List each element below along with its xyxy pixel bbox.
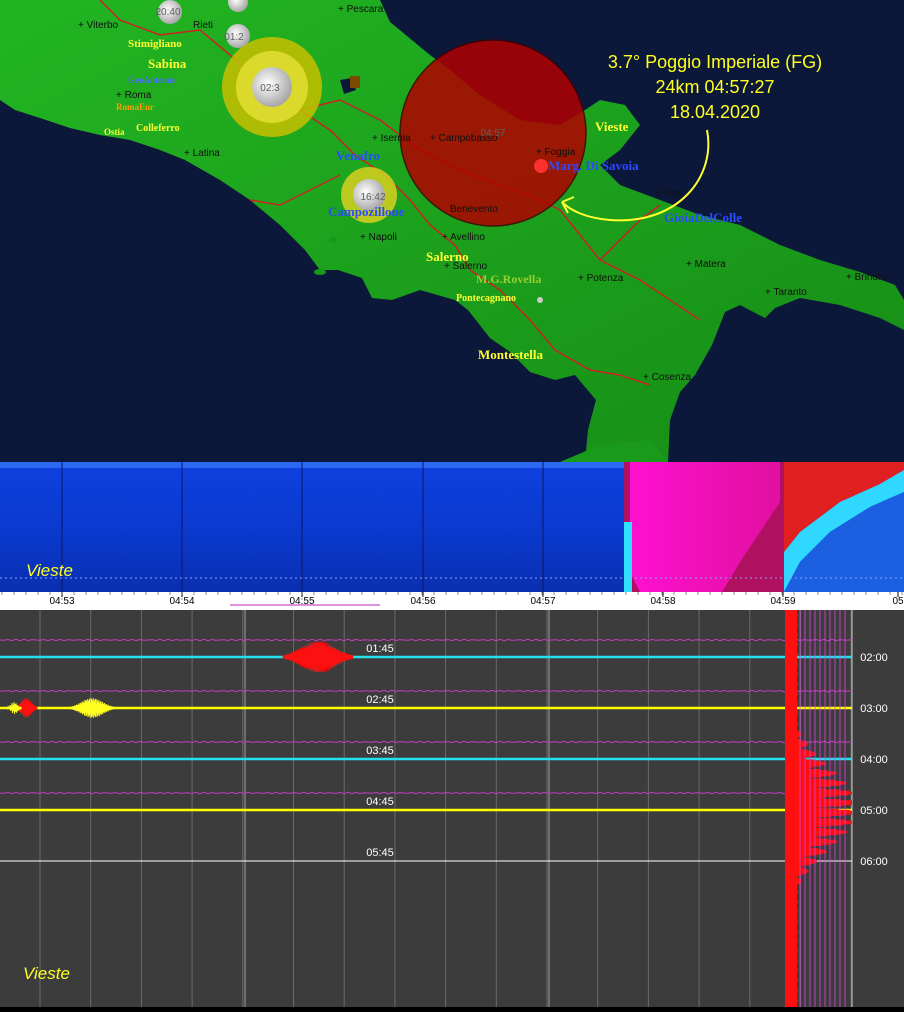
row-right-label: 02:00 bbox=[860, 652, 888, 664]
event-title: 3.7° Poggio Imperiale (FG) bbox=[607, 52, 823, 72]
seismogram-background bbox=[0, 610, 904, 1007]
city-label: + Roma bbox=[116, 90, 152, 101]
quake-time-label: 02:3 bbox=[260, 83, 280, 94]
quake-time-label: 20:40 bbox=[155, 7, 180, 18]
lake-fucino bbox=[350, 76, 360, 88]
city-label: + Cosenza bbox=[643, 372, 692, 383]
row-right-label: 03:00 bbox=[860, 703, 888, 715]
row-right-label: 05:00 bbox=[860, 805, 888, 817]
city-label: + Brindisi bbox=[846, 272, 887, 283]
city-label: + Latina bbox=[184, 148, 220, 159]
time-tick-label: 04:56 bbox=[410, 596, 435, 607]
row-left-label: 03:45 bbox=[366, 745, 394, 757]
station-label: Colleferro bbox=[136, 123, 180, 134]
city-label: + Pescara bbox=[338, 4, 384, 15]
quake-time-label: 04:57 bbox=[480, 128, 505, 139]
city-label: + Potenza bbox=[578, 273, 624, 284]
station-label: GeoAntenna bbox=[128, 75, 177, 85]
station-label: Montestella bbox=[478, 347, 543, 362]
island bbox=[329, 237, 337, 243]
city-label: + Napoli bbox=[360, 232, 397, 243]
time-tick-label: 04:59 bbox=[770, 596, 795, 607]
spectrogram-station-label: Vieste bbox=[26, 561, 73, 580]
station-dot bbox=[537, 297, 543, 303]
station-label: Marg. Di Savoia bbox=[548, 158, 639, 173]
station-label: RomaEur bbox=[116, 102, 154, 112]
city-label: + Taranto bbox=[765, 287, 807, 298]
station-label: GioiaDelColle bbox=[664, 210, 742, 225]
time-tick-label: 05 bbox=[892, 596, 904, 607]
time-tick-label: 04:53 bbox=[49, 596, 74, 607]
quake-time-label: 01:2 bbox=[224, 32, 244, 43]
station-label: M.G.Rovella bbox=[476, 272, 541, 286]
city-label: Benevento bbox=[450, 204, 498, 215]
station-label: Stimigliano bbox=[128, 38, 182, 50]
epicenter-dot bbox=[534, 159, 548, 173]
city-label: + Bari bbox=[656, 188, 682, 199]
spectrogram-panel: 04:53 04:54 04:55 04:56 04:57 04:58 04:59 05 Vi… bbox=[0, 462, 904, 610]
station-label: Salerno bbox=[426, 249, 469, 264]
city-label: + Avellino bbox=[442, 232, 485, 243]
event-date: 18.04.2020 bbox=[669, 102, 761, 122]
event-onset bbox=[624, 522, 632, 592]
main-event-core bbox=[785, 610, 797, 1007]
spectrogram-canvas: 04:53 04:54 04:55 04:56 04:57 04:58 04:59 05 bbox=[0, 462, 904, 610]
time-tick-label: 04:54 bbox=[169, 596, 194, 607]
city-label: Rieti bbox=[193, 20, 213, 31]
time-axis bbox=[0, 592, 904, 610]
time-tick-label: 04:57 bbox=[530, 596, 555, 607]
city-label: + Viterbo bbox=[78, 20, 119, 31]
station-label: Venafro bbox=[336, 148, 380, 163]
event-depth-time: 24km 04:57:27 bbox=[655, 77, 775, 97]
row-right-label: 06:00 bbox=[860, 856, 888, 868]
station-label: Pontecagnano bbox=[456, 293, 516, 304]
city-label: + Isernia bbox=[372, 133, 411, 144]
city-label: + Foggia bbox=[536, 147, 576, 158]
row-left-label: 02:45 bbox=[366, 694, 394, 706]
time-tick-label: 04:55 bbox=[289, 596, 314, 607]
event-annotation: 3.7° Poggio Imperiale (FG) 24km 04:57:27… bbox=[560, 50, 870, 125]
station-label: Sabina bbox=[148, 56, 187, 71]
row-left-label: 04:45 bbox=[366, 796, 394, 808]
seismogram-canvas: 01:45 02:00 02:45 03:00 03:45 04:00 04:45 05:00… bbox=[0, 609, 904, 1007]
epicenter-map: + Viterbo Rieti + Pescara + Roma + Latina + I… bbox=[0, 0, 904, 462]
city-label: + Matera bbox=[686, 259, 726, 270]
station-label: Ostia bbox=[104, 127, 125, 137]
row-right-label: 04:00 bbox=[860, 754, 888, 766]
seismogram-panel: 01:45 02:00 02:45 03:00 03:45 04:00 04:45 05:00… bbox=[0, 609, 904, 1007]
seismogram-station-label: Vieste bbox=[23, 964, 70, 983]
row-left-label: 01:45 bbox=[366, 643, 394, 655]
time-tick-label: 04:58 bbox=[650, 596, 675, 607]
quake-time-label: 16:42 bbox=[360, 192, 385, 203]
station-label: Campozillone bbox=[328, 204, 405, 219]
island bbox=[314, 269, 326, 275]
row-left-label: 05:45 bbox=[366, 847, 394, 859]
